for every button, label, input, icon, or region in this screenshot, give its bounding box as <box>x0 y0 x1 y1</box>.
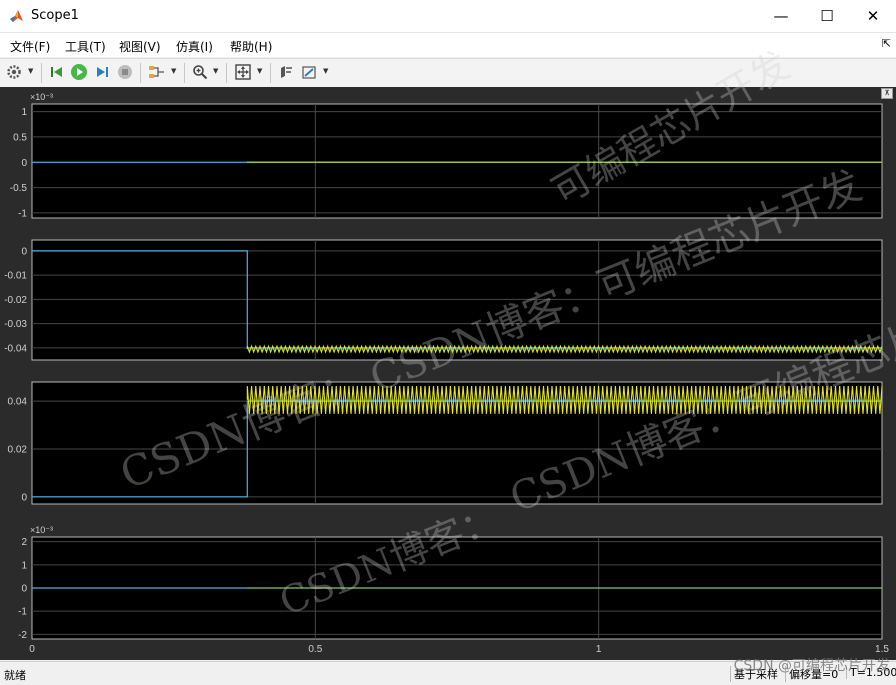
y-tick-label: 1 <box>21 107 27 118</box>
toolbar-separator <box>184 63 185 83</box>
menu-help[interactable]: 帮助(H) <box>230 38 272 55</box>
dock-icon[interactable]: ⇱ <box>882 37 891 50</box>
y-tick-label: 0 <box>21 492 27 503</box>
toolbar-separator <box>140 63 141 83</box>
step-back-icon[interactable] <box>47 62 67 82</box>
maximize-icon: ☐ <box>820 7 833 25</box>
axis-exponent-label: ×10⁻³ <box>30 92 53 102</box>
y-tick-label: -2 <box>18 630 27 641</box>
cursor-measure-icon[interactable] <box>276 62 296 82</box>
scope-axes[interactable]: 1 0.5 0 -0.5 -1 ×10⁻³ 0 -0.01 -0.02 -0.03 -0.04 0.0… <box>0 87 896 660</box>
fit-axes-dropdown-icon[interactable]: ▼ <box>257 67 262 75</box>
gear-dropdown-icon[interactable]: ▼ <box>28 67 33 75</box>
y-tick-label: 0 <box>21 584 27 595</box>
axes-1-background <box>32 104 882 218</box>
signal-selector-icon[interactable] <box>147 62 167 82</box>
y-tick-label: 0 <box>21 158 27 169</box>
scope-plot-area: ⊼ 10.50-0.5-1×10⁻³0-0.01-0.02-0.03-0.040… <box>0 87 896 660</box>
axis-exponent-label: ×10⁻³ <box>30 525 53 535</box>
y-tick-label: 0.5 <box>13 132 27 143</box>
toolbar: ▼ ▼ ▼ ▼ ▼ <box>0 58 896 88</box>
minimize-icon: — <box>774 7 789 25</box>
y-tick-label: -1 <box>18 208 27 219</box>
y-tick-label: -0.02 <box>4 295 27 306</box>
signal-selector-dropdown-icon[interactable]: ▼ <box>171 67 176 75</box>
title-bar: Scope1 — ☐ ✕ <box>0 0 896 33</box>
menu-tools[interactable]: 工具(T) <box>65 38 106 55</box>
stop-icon[interactable] <box>115 62 135 82</box>
zoom-icon[interactable] <box>190 62 210 82</box>
run-icon[interactable] <box>69 62 89 82</box>
window-title: Scope1 <box>31 8 79 23</box>
step-forward-icon[interactable] <box>92 62 112 82</box>
menu-simulation[interactable]: 仿真(I) <box>176 38 213 55</box>
y-tick-label: 0 <box>21 246 27 257</box>
zoom-dropdown-icon[interactable]: ▼ <box>213 67 218 75</box>
gear-icon[interactable] <box>4 62 24 82</box>
y-tick-label: 2 <box>21 537 27 548</box>
y-tick-label: -0.01 <box>4 271 27 282</box>
maximize-button[interactable]: ☐ <box>804 0 850 32</box>
status-ready: 就绪 <box>4 667 26 683</box>
toolbar-separator <box>270 63 271 83</box>
axes-2-background <box>32 240 882 360</box>
y-tick-label: -0.5 <box>10 183 28 194</box>
y-tick-label: 1 <box>21 560 27 571</box>
style-dropdown-icon[interactable]: ▼ <box>323 67 328 75</box>
toolbar-separator <box>226 63 227 83</box>
menu-file[interactable]: 文件(F) <box>10 38 50 55</box>
minimize-button[interactable]: — <box>758 0 804 32</box>
close-icon: ✕ <box>867 7 880 25</box>
close-button[interactable]: ✕ <box>850 0 896 32</box>
menu-view[interactable]: 视图(V) <box>119 38 161 55</box>
style-icon[interactable] <box>299 62 319 82</box>
csdn-footer-watermark: CSDN @可编程芯片开发 <box>734 655 890 675</box>
x-tick-label: 1.5 <box>875 644 889 655</box>
x-tick-label: 0 <box>29 644 35 655</box>
y-tick-label: 0.02 <box>8 444 28 455</box>
y-tick-label: -1 <box>18 607 27 618</box>
x-tick-label: 0.5 <box>308 644 322 655</box>
y-tick-label: -0.03 <box>4 319 27 330</box>
menu-bar: 文件(F) 工具(T) 视图(V) 仿真(I) 帮助(H) ⇱ <box>0 33 896 57</box>
fit-axes-icon[interactable] <box>233 62 253 82</box>
matlab-icon <box>9 9 24 24</box>
x-tick-label: 1 <box>596 644 602 655</box>
toolbar-separator <box>41 63 42 83</box>
y-tick-label: -0.04 <box>4 343 27 354</box>
y-tick-label: 0.04 <box>8 397 28 408</box>
